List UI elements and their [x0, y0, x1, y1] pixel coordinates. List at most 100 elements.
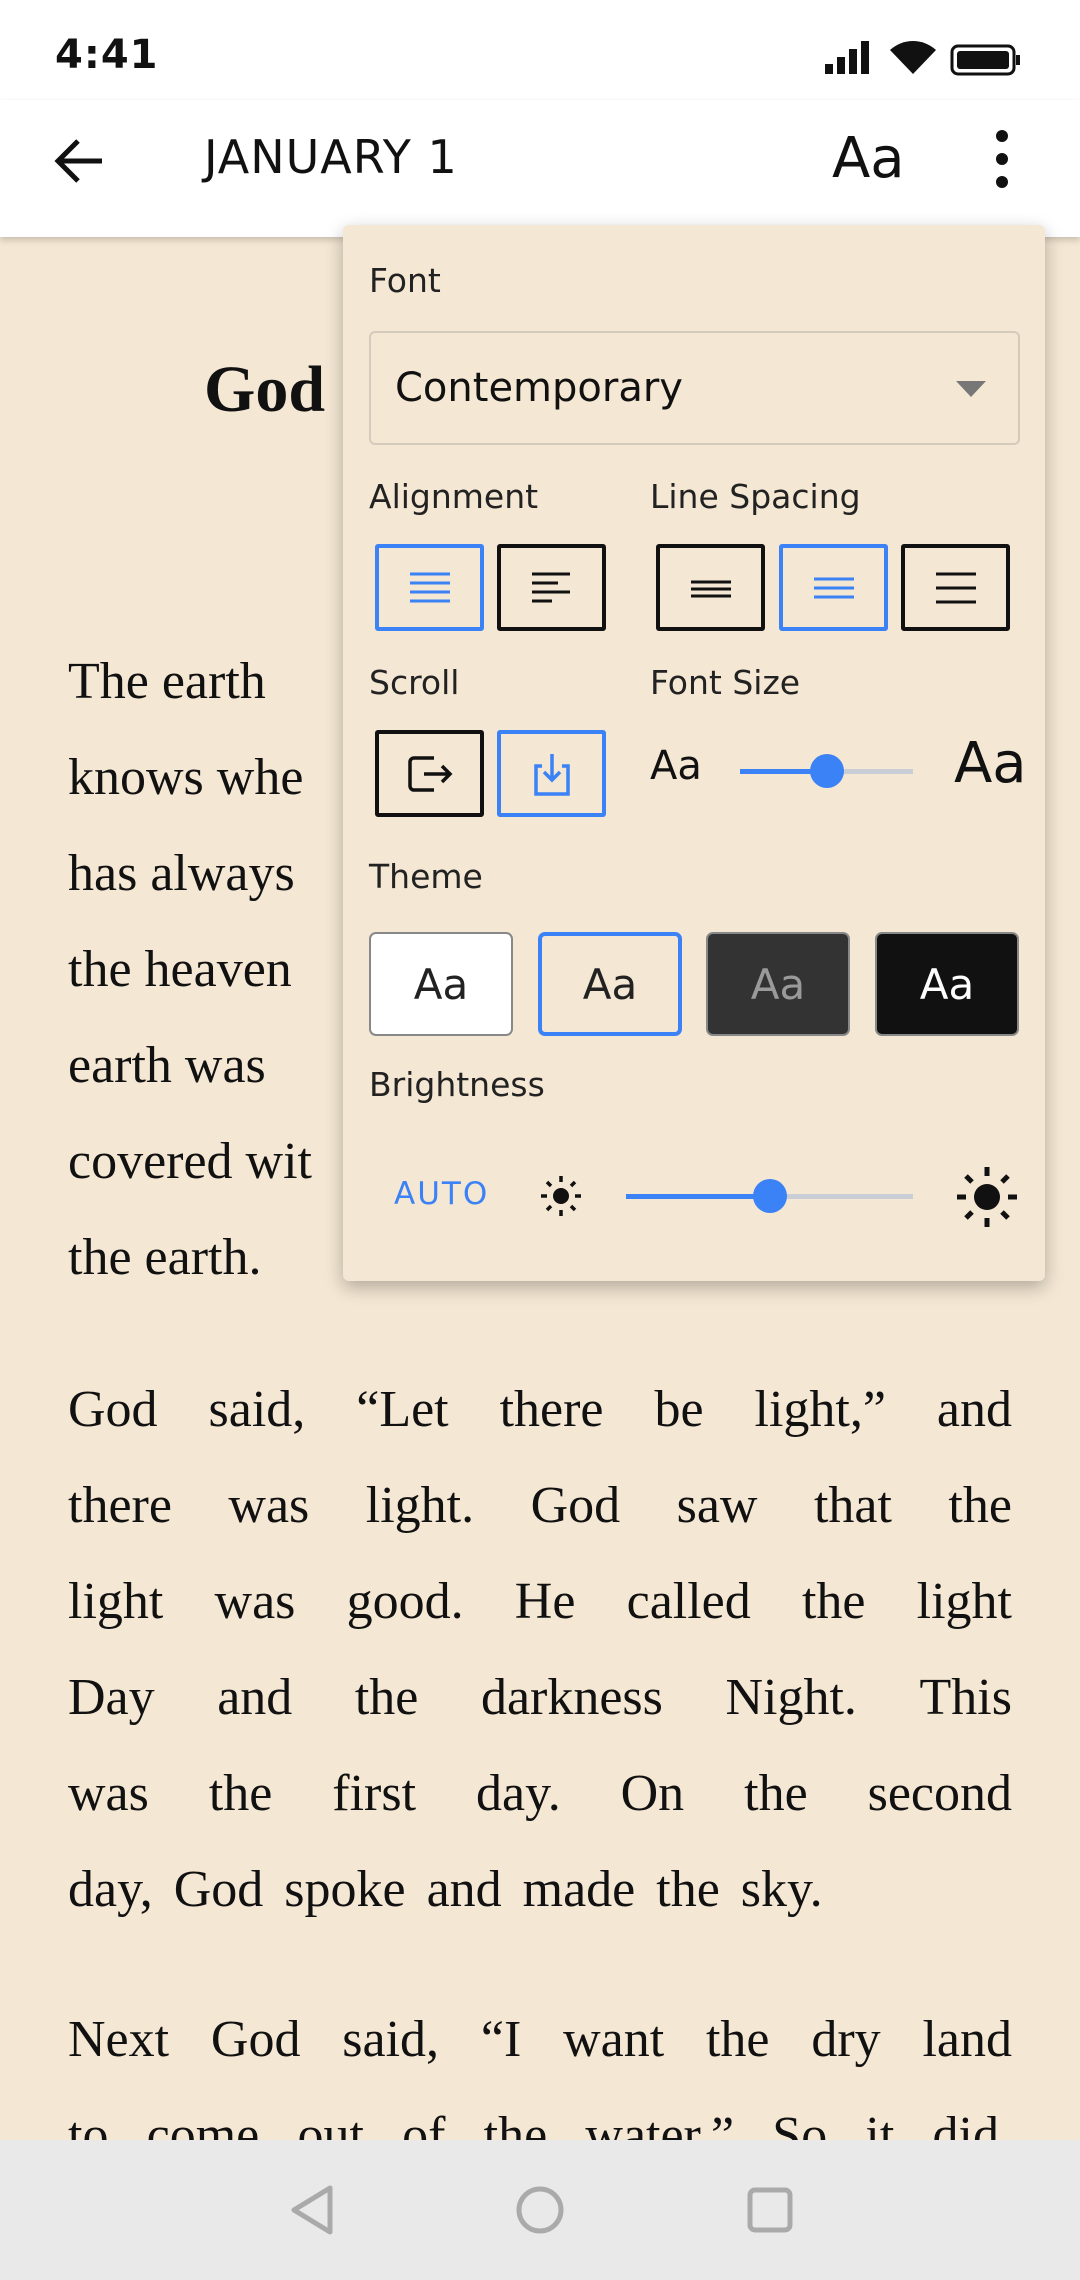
theme-black[interactable]: Aa [875, 932, 1019, 1036]
system-nav-bar [0, 2140, 1080, 2280]
align-left-button[interactable] [497, 544, 606, 631]
word: be [654, 1381, 704, 1438]
status-time: 4:41 [55, 32, 159, 78]
word: light [916, 1573, 1012, 1630]
theme-gray-label: Aa [750, 959, 806, 1009]
brightness-low-icon [541, 1176, 581, 1216]
scroll-horizontal-button[interactable] [375, 730, 484, 817]
word: that [813, 1477, 892, 1534]
font-size-label: Font Size [650, 663, 801, 702]
nav-recents-icon[interactable] [746, 2186, 794, 2234]
word: This [919, 1669, 1012, 1726]
word: Night. [725, 1669, 857, 1726]
nav-home-icon[interactable] [515, 2185, 565, 2235]
brightness-slider-fill [626, 1194, 770, 1199]
brightness-high-icon [957, 1167, 1017, 1227]
word: the [354, 1669, 419, 1726]
word: the [744, 1765, 808, 1822]
brightness-label: Brightness [369, 1065, 545, 1104]
word: said, [342, 2011, 440, 2068]
word: want [563, 2011, 665, 2068]
word: On [620, 1765, 685, 1822]
font-size-slider[interactable] [740, 754, 913, 788]
font-label: Font [369, 261, 441, 300]
arrow-left-icon[interactable] [52, 133, 108, 189]
reading-settings-panel: Font Contemporary Alignment Line Spacing… [343, 225, 1045, 1281]
page-turn-icon [407, 755, 452, 792]
word: Next [68, 2011, 170, 2068]
text-line: was the first day. On the second [68, 1764, 1012, 1823]
scroll-vertical-button[interactable] [497, 730, 606, 817]
theme-sepia[interactable]: Aa [538, 932, 682, 1036]
word: light,” [754, 1381, 886, 1438]
theme-white[interactable]: Aa [369, 932, 513, 1036]
font-settings-button[interactable]: Aa [832, 126, 905, 191]
app-bar: JANUARY 1 Aa [0, 100, 1080, 237]
page-title: JANUARY 1 [204, 130, 458, 184]
theme-white-label: Aa [413, 959, 469, 1009]
word: the [801, 1573, 866, 1630]
align-justify-button[interactable] [375, 544, 484, 631]
font-size-small-label: Aa [650, 743, 702, 789]
brightness-auto-button[interactable]: AUTO [394, 1176, 489, 1212]
word: there [68, 1477, 172, 1534]
word: second [867, 1765, 1012, 1822]
word: the [948, 1477, 1012, 1534]
word: and [936, 1381, 1012, 1438]
word: “Let [356, 1381, 449, 1438]
more-vertical-icon[interactable] [990, 128, 1014, 192]
scroll-down-icon [533, 753, 570, 796]
word: the [705, 2011, 770, 2068]
word: dry [811, 2011, 881, 2068]
word: good. [346, 1573, 464, 1630]
word: first [332, 1765, 417, 1822]
word: said, [208, 1381, 306, 1438]
font-size-slider-thumb[interactable] [809, 754, 844, 788]
align-justify-icon [409, 572, 450, 602]
word: the [208, 1765, 273, 1822]
font-select[interactable]: Contemporary [369, 331, 1020, 445]
word: God [530, 1477, 621, 1534]
scroll-label: Scroll [369, 663, 460, 702]
font-select-value: Contemporary [395, 365, 683, 411]
text-line: day, God spoke and made the sky. [68, 1861, 823, 1918]
word: God [68, 1381, 158, 1438]
line-spacing-medium-button[interactable] [779, 544, 888, 631]
wifi-icon [890, 41, 936, 74]
word: light. [365, 1477, 475, 1534]
line-spacing-compact-icon [690, 580, 731, 597]
text-line: God said, “Let there be light,” and [68, 1380, 1012, 1439]
line-spacing-compact-button[interactable] [656, 544, 765, 631]
word: saw [676, 1477, 758, 1534]
word: darkness [480, 1669, 663, 1726]
word: and [217, 1669, 293, 1726]
nav-back-icon[interactable] [288, 2184, 336, 2236]
brightness-slider[interactable] [626, 1179, 913, 1213]
word: He [514, 1573, 576, 1630]
text-line: light was good. He called the light [68, 1572, 1012, 1631]
word: “I [480, 2011, 522, 2068]
text-line: there was light. God saw that the [68, 1476, 1012, 1535]
font-size-large-label: Aa [954, 731, 1027, 796]
word: light [68, 1573, 164, 1630]
theme-sepia-label: Aa [582, 959, 638, 1009]
battery-icon [950, 44, 1020, 76]
theme-label: Theme [369, 857, 483, 896]
word: day. [475, 1765, 561, 1822]
align-left-icon [531, 572, 570, 602]
text-line: Day and the darkness Night. This [68, 1668, 1012, 1727]
word: was [214, 1573, 296, 1630]
line-spacing-medium-icon [813, 577, 854, 598]
line-spacing-wide-button[interactable] [901, 544, 1010, 631]
word: was [228, 1477, 310, 1534]
word: was [68, 1765, 149, 1822]
signal-icon [825, 41, 869, 74]
word: God [210, 2011, 301, 2068]
theme-gray[interactable]: Aa [706, 932, 850, 1036]
text-line: Next God said, “I want the dry land [68, 2010, 1012, 2069]
chevron-down-icon [956, 381, 986, 397]
line-spacing-label: Line Spacing [650, 477, 861, 516]
word: Day [68, 1669, 155, 1726]
theme-black-label: Aa [919, 959, 975, 1009]
brightness-slider-thumb[interactable] [752, 1179, 787, 1213]
